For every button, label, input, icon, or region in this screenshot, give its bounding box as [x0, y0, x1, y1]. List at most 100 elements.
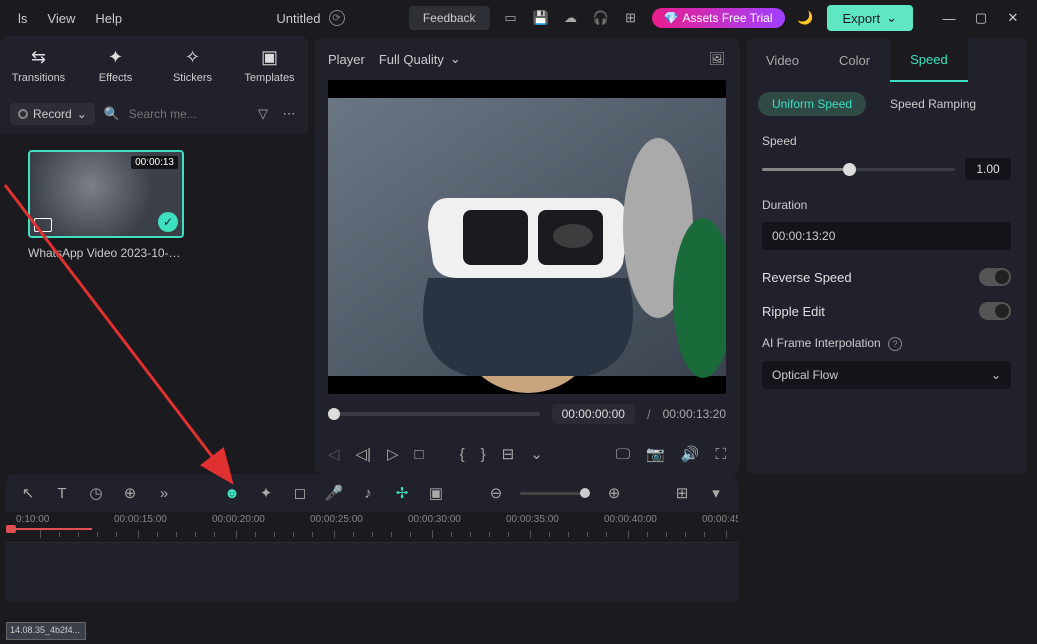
theme-icon[interactable]: 🌙: [797, 9, 815, 27]
preview-area[interactable]: [328, 80, 726, 394]
tab-speed[interactable]: Speed: [890, 38, 968, 82]
time-separator: /: [647, 407, 651, 422]
play-icon[interactable]: ▷: [387, 445, 399, 463]
menu-view[interactable]: View: [37, 7, 85, 30]
camera-icon[interactable]: 📷: [646, 445, 665, 463]
assets-trial-button[interactable]: 💎 Assets Free Trial: [652, 8, 785, 28]
subtab-uniform-speed[interactable]: Uniform Speed: [758, 92, 866, 116]
marker-icon[interactable]: ✢: [392, 484, 412, 502]
reverse-speed-toggle[interactable]: [979, 268, 1011, 286]
tab-templates-label: Templates: [244, 72, 294, 84]
scrub-handle[interactable]: [328, 408, 340, 420]
speed-slider[interactable]: [762, 168, 955, 171]
ai-face-icon[interactable]: ☻: [222, 485, 242, 502]
mark-in-icon[interactable]: {: [460, 446, 465, 463]
properties-panel: Video Color Speed Uniform Speed Speed Ra…: [746, 38, 1027, 474]
tab-effects[interactable]: ✦ Effects: [77, 47, 154, 84]
prev-frame-icon[interactable]: ◁: [328, 445, 340, 463]
export-button[interactable]: Export ⌄: [827, 5, 913, 31]
more-icon[interactable]: ⋯: [280, 105, 298, 123]
player-label: Player: [328, 52, 365, 67]
safe-zone-icon[interactable]: ⊟: [502, 445, 515, 463]
zoom-slider-handle[interactable]: [580, 488, 590, 498]
record-dot-icon: [18, 109, 28, 119]
menu-tools[interactable]: ls: [8, 7, 37, 30]
text-icon[interactable]: T: [52, 485, 72, 502]
ruler-mark: 00:00:20:00: [212, 514, 265, 525]
media-clip-thumbnail[interactable]: 00:00:13 ✓: [28, 150, 184, 238]
chevron-down-icon: ⌄: [991, 368, 1001, 382]
tab-stickers[interactable]: ✧ Stickers: [154, 47, 231, 84]
chevron-down-icon[interactable]: ⌄: [530, 445, 543, 463]
tab-video[interactable]: Video: [746, 38, 819, 82]
maximize-button[interactable]: ▢: [965, 4, 997, 32]
snapshot-icon[interactable]: 🖼: [708, 50, 726, 68]
tab-transitions[interactable]: ⇆ Transitions: [0, 47, 77, 84]
bookmark-icon[interactable]: ◻: [290, 484, 310, 502]
help-icon[interactable]: ?: [888, 337, 902, 351]
ruler-mark: 00:00:45:00: [702, 514, 738, 525]
search-icon[interactable]: 🔍: [103, 105, 121, 123]
ruler-mark: 00:00:30:00: [408, 514, 461, 525]
feedback-button[interactable]: Feedback: [409, 6, 490, 30]
mark-out-icon[interactable]: }: [481, 446, 486, 463]
sync-icon[interactable]: ⟳: [329, 10, 345, 26]
timeline-track[interactable]: [6, 542, 738, 602]
menu-help[interactable]: Help: [85, 7, 132, 30]
timeline-clip[interactable]: 14.08.35_4b2f4...: [6, 622, 86, 640]
ruler-mark: 00:00:35:00: [506, 514, 559, 525]
mic-icon[interactable]: 🎤: [324, 484, 344, 502]
tab-color[interactable]: Color: [819, 38, 890, 82]
playhead-handle[interactable]: [6, 525, 16, 533]
music-icon[interactable]: ♪: [358, 485, 378, 502]
tab-transitions-label: Transitions: [12, 72, 65, 84]
chevron-down-icon[interactable]: ▾: [706, 484, 726, 502]
timeline-ruler[interactable]: 0:10:0000:00:15:0000:00:20:0000:00:25:00…: [6, 512, 738, 542]
play-backward-icon[interactable]: ◁|: [356, 445, 371, 463]
speed-value[interactable]: 1.00: [965, 158, 1011, 180]
ripple-edit-toggle[interactable]: [979, 302, 1011, 320]
duration-label: Duration: [762, 198, 1011, 212]
subtab-speed-ramping[interactable]: Speed Ramping: [876, 92, 990, 116]
search-input[interactable]: [129, 107, 229, 121]
ai-interp-select[interactable]: Optical Flow ⌄: [762, 361, 1011, 389]
titlebar: ls View Help Untitled ⟳ Feedback ▭ 💾 ☁ 🎧…: [0, 0, 1037, 36]
zoom-out-icon[interactable]: ⊖: [486, 484, 506, 502]
templates-icon: ▣: [261, 47, 278, 68]
filter-icon[interactable]: ▽: [254, 105, 272, 123]
crop-icon[interactable]: ▣: [426, 484, 446, 502]
grid-icon[interactable]: ⊞: [672, 484, 692, 502]
zoom-in-icon[interactable]: ⊕: [604, 484, 624, 502]
cloud-icon[interactable]: ☁: [562, 9, 580, 27]
speed-label: Speed: [762, 134, 1011, 148]
globe-icon[interactable]: ⊕: [120, 484, 140, 502]
duration-input[interactable]: 00:00:13:20: [762, 222, 1011, 250]
quality-select[interactable]: Full Quality ⌄: [379, 51, 461, 67]
chevron-down-icon: ⌄: [450, 51, 461, 67]
minimize-button[interactable]: —: [933, 4, 965, 32]
record-button[interactable]: Record ⌄: [10, 103, 95, 125]
zoom-slider[interactable]: [520, 492, 590, 495]
sparkle-icon[interactable]: ✦: [256, 484, 276, 502]
pointer-icon[interactable]: ↖: [18, 484, 38, 502]
stop-icon[interactable]: □: [415, 446, 424, 463]
headphones-icon[interactable]: 🎧: [592, 9, 610, 27]
ai-interp-label: AI Frame Interpolation ?: [762, 336, 1011, 351]
volume-icon[interactable]: 🔊: [681, 445, 700, 463]
display-icon[interactable]: 🖵: [616, 445, 630, 463]
fullscreen-icon[interactable]: ⛶: [715, 445, 726, 463]
speed-slider-handle[interactable]: [843, 163, 856, 176]
chevron-down-icon: ⌄: [886, 10, 897, 26]
reverse-speed-label: Reverse Speed: [762, 270, 852, 285]
layout-icon[interactable]: ▭: [502, 9, 520, 27]
clip-type-badge: [34, 218, 52, 232]
more-tools-icon[interactable]: »: [154, 485, 174, 502]
qr-icon[interactable]: ⊞: [622, 9, 640, 27]
diamond-icon: 💎: [664, 11, 679, 25]
close-button[interactable]: ✕: [997, 4, 1029, 32]
timer-icon[interactable]: ◷: [86, 484, 106, 502]
scrub-track[interactable]: [328, 412, 540, 416]
transitions-icon: ⇆: [31, 47, 46, 68]
save-icon[interactable]: 💾: [532, 9, 550, 27]
tab-templates[interactable]: ▣ Templates: [231, 47, 308, 84]
